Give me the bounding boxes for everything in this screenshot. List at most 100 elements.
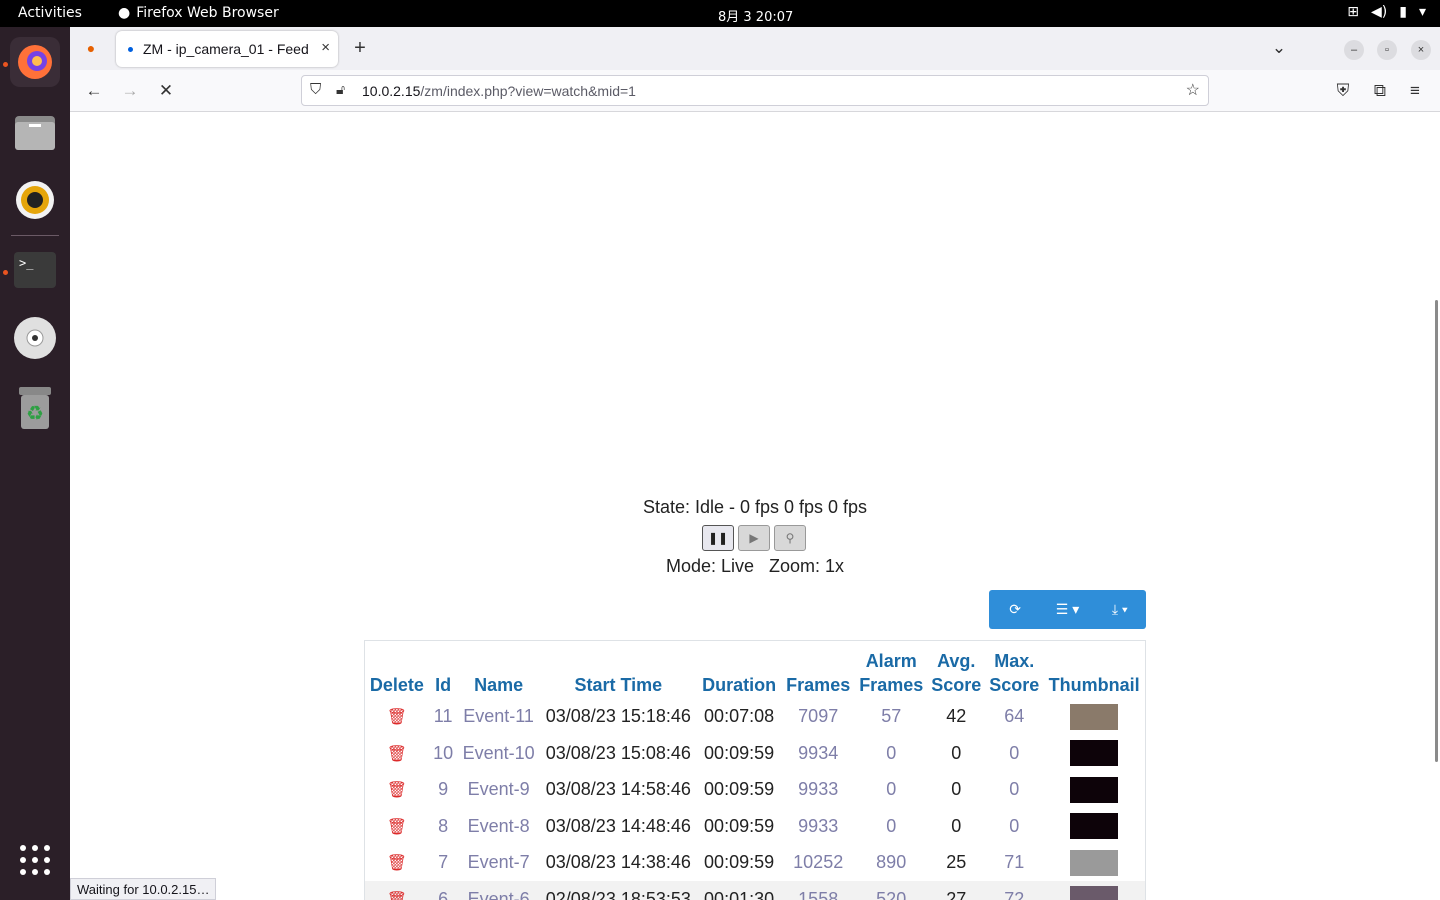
delete-trash-icon[interactable]: 🗑︎	[387, 855, 407, 872]
event-max-score[interactable]: 72	[985, 881, 1044, 900]
menu-hamburger-icon[interactable]: ≡	[1402, 78, 1428, 104]
delete-trash-icon[interactable]: 🗑︎	[387, 709, 407, 726]
list-tabs-chevron-icon[interactable]: ⌄	[1266, 35, 1292, 61]
event-name[interactable]: Event-9	[458, 772, 540, 809]
event-duration: 00:09:59	[704, 852, 775, 873]
event-alarm-frames[interactable]: 520	[855, 881, 928, 900]
event-alarm-frames[interactable]: 0	[855, 772, 927, 809]
event-max-score[interactable]: 0	[985, 735, 1043, 772]
delete-trash-icon[interactable]: 🗑︎	[387, 746, 407, 763]
event-name[interactable]: Event-11	[458, 699, 540, 736]
event-avg-score: 0	[951, 815, 962, 836]
insecure-lock-icon[interactable]: 🔓︎	[336, 81, 345, 98]
delete-trash-icon[interactable]: 🗑︎	[387, 819, 407, 836]
dock-files[interactable]	[10, 107, 60, 157]
firefox-view-icon[interactable]: ●	[78, 35, 104, 61]
col-avg-score[interactable]: Avg. Score	[927, 641, 985, 699]
event-name[interactable]: Event-8	[458, 808, 540, 845]
event-max-score[interactable]: 0	[985, 772, 1043, 809]
event-frames[interactable]: 10252	[781, 845, 855, 882]
event-id[interactable]: 6	[428, 881, 458, 900]
url-bar[interactable]: ⛉ 🔓︎ 10.0.2.15/zm/index.php?view=watch&m…	[301, 75, 1209, 106]
event-thumbnail-image[interactable]	[1070, 849, 1119, 876]
dock-trash[interactable]: ♻	[10, 383, 60, 433]
event-id[interactable]: 8	[429, 808, 458, 845]
event-id[interactable]: 7	[429, 845, 458, 882]
col-max-score[interactable]: Max. Score	[985, 641, 1043, 699]
delete-trash-icon[interactable]: 🗑︎	[387, 892, 407, 900]
zoom-out-button[interactable]: ⚲	[774, 525, 806, 551]
event-id[interactable]: 9	[429, 772, 458, 809]
app-menu[interactable]: ● Firefox Web Browser	[118, 5, 279, 21]
event-alarm-frames[interactable]: 0	[855, 735, 927, 772]
event-thumbnail[interactable]	[1043, 772, 1145, 809]
event-thumbnail-image[interactable]	[1070, 776, 1119, 803]
pocket-icon[interactable]: ⛨	[1330, 78, 1356, 104]
col-duration[interactable]: Duration	[697, 641, 781, 699]
bookmark-star-icon[interactable]: ☆	[1186, 80, 1200, 100]
event-frames[interactable]: 1558	[781, 881, 856, 900]
event-thumbnail[interactable]	[1043, 699, 1145, 736]
system-tray[interactable]: ⊞ ◀) ▮ ▾	[1347, 4, 1426, 20]
event-name[interactable]: Event-7	[458, 845, 540, 882]
event-max-score[interactable]: 71	[985, 845, 1043, 882]
dock-rhythmbox[interactable]	[10, 175, 60, 225]
col-delete[interactable]: Delete	[365, 641, 429, 699]
col-start-time[interactable]: Start Time	[540, 641, 697, 699]
chevron-down-icon: ▾	[1418, 4, 1426, 20]
event-start-time: 03/08/23 14:58:46	[545, 779, 691, 800]
col-name[interactable]: Name	[458, 641, 540, 699]
col-thumbnail[interactable]: Thumbnail	[1043, 641, 1145, 699]
new-tab-button[interactable]: +	[347, 35, 373, 61]
event-thumbnail-image[interactable]	[1070, 886, 1119, 900]
shield-icon[interactable]: ⛉	[310, 81, 321, 98]
event-thumbnail[interactable]	[1043, 845, 1145, 882]
event-thumbnail[interactable]	[1043, 881, 1146, 900]
col-id[interactable]: Id	[429, 641, 458, 699]
event-max-score[interactable]: 0	[985, 808, 1043, 845]
extensions-icon[interactable]: ⧉	[1367, 78, 1393, 104]
dock-terminal[interactable]: >_	[10, 245, 60, 295]
event-name[interactable]: Event-6	[457, 881, 540, 900]
event-name[interactable]: Event-10	[458, 735, 540, 772]
play-button[interactable]: ▶	[738, 525, 770, 551]
event-thumbnail-image[interactable]	[1070, 813, 1119, 840]
event-thumbnail-image[interactable]	[1070, 740, 1119, 767]
pause-button[interactable]: ❚❚	[702, 525, 734, 551]
event-thumbnail-image[interactable]	[1070, 703, 1119, 730]
page-scrollbar[interactable]	[1435, 300, 1438, 762]
event-alarm-frames[interactable]: 57	[855, 699, 927, 736]
dock-dvd[interactable]	[10, 313, 60, 363]
tab-active[interactable]: ZM - ip_camera_01 - Feed ×	[116, 31, 338, 67]
event-max-score[interactable]: 64	[985, 699, 1043, 736]
event-thumbnail[interactable]	[1043, 735, 1145, 772]
maximize-button[interactable]: ▫	[1377, 40, 1397, 60]
refresh-button[interactable]: ⟳	[989, 590, 1041, 629]
col-alarm-frames[interactable]: Alarm Frames	[855, 641, 927, 699]
event-alarm-frames[interactable]: 0	[855, 808, 927, 845]
event-frames[interactable]: 9934	[781, 735, 855, 772]
forward-arrow-icon[interactable]: →	[117, 78, 143, 104]
activities-button[interactable]: Activities	[18, 5, 82, 21]
back-arrow-icon[interactable]: ←	[81, 78, 107, 104]
table-row: 🗑︎ 9 Event-9 03/08/23 14:58:46 00:09:59 9933 0…	[365, 772, 1146, 809]
close-tab-icon[interactable]: ×	[321, 39, 330, 56]
stop-loading-icon[interactable]: ✕	[153, 78, 179, 104]
event-id[interactable]: 11	[429, 699, 458, 736]
clock[interactable]: 8月 3 20:07	[718, 6, 793, 25]
dock-show-apps[interactable]	[10, 835, 60, 885]
delete-trash-icon[interactable]: 🗑︎	[387, 782, 407, 799]
event-frames[interactable]: 9933	[781, 808, 855, 845]
dock-firefox[interactable]	[10, 37, 60, 87]
event-alarm-frames[interactable]: 890	[855, 845, 927, 882]
event-thumbnail[interactable]	[1043, 808, 1145, 845]
close-window-button[interactable]: ×	[1411, 40, 1431, 60]
export-dropdown-button[interactable]: ⤓ ▾	[1094, 590, 1146, 629]
events-table: Delete Id Name Start Time Duration Frame…	[364, 640, 1146, 900]
minimize-button[interactable]: –	[1344, 40, 1364, 60]
columns-dropdown-button[interactable]: ☰ ▾	[1041, 590, 1093, 629]
event-frames[interactable]: 7097	[781, 699, 855, 736]
col-frames[interactable]: Frames	[781, 641, 855, 699]
event-id[interactable]: 10	[429, 735, 458, 772]
event-frames[interactable]: 9933	[781, 772, 855, 809]
